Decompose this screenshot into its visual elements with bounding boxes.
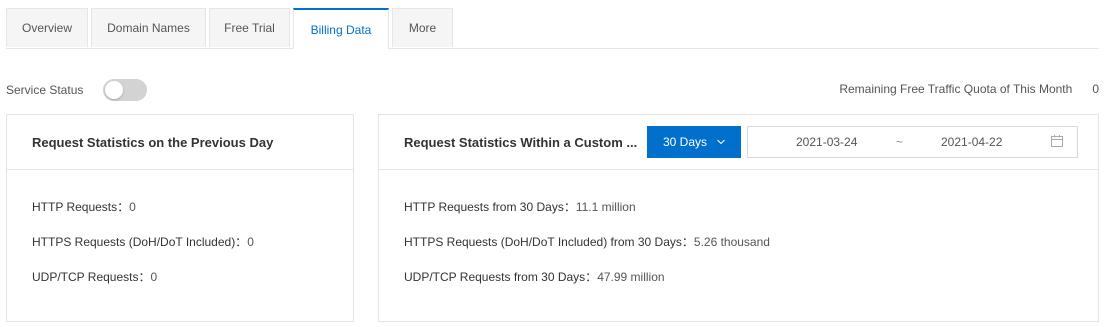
service-status-toggle[interactable] [103,79,148,101]
udp-tcp-requests-value: 0 [150,270,158,284]
custom-range-title: Request Statistics Within a Custom ... [404,134,638,150]
udp-tcp-30d-stat: UDP/TCP Requests from 30 Days：47.99 mill… [404,267,1098,302]
previous-day-stats: HTTP Requests：0 HTTPS Requests (DoH/DoT … [7,170,353,302]
http-requests-value: 0 [129,200,136,214]
previous-day-title: Request Statistics on the Previous Day [32,134,274,150]
tab-billing-data[interactable]: Billing Data [293,8,389,49]
end-date: 2021-04-22 [941,135,1003,149]
start-date: 2021-03-24 [796,135,858,149]
chevron-down-icon [717,139,725,145]
tab-free-trial[interactable]: Free Trial [209,8,290,47]
custom-range-header: Request Statistics Within a Custom ... 3… [379,115,1098,170]
udp-tcp-requests-stat: UDP/TCP Requests：0 [32,267,353,302]
udp-tcp-30d-label: UDP/TCP Requests from 30 Days： [404,270,598,284]
period-dropdown-label: 30 Days [662,135,708,149]
free-quota-info: Remaining Free Traffic Quota of This Mon… [839,82,1099,96]
https-requests-label: HTTPS Requests (DoH/DoT Included)： [32,235,248,249]
tab-domain-names[interactable]: Domain Names [91,8,206,47]
udp-tcp-30d-value: 47.99 million [597,270,665,284]
previous-day-card: Request Statistics on the Previous Day H… [6,114,354,322]
service-status-row: Service Status [6,78,148,102]
calendar-icon[interactable] [1051,135,1063,147]
http-30d-value: 11.1 million [575,200,636,214]
https-30d-stat: HTTPS Requests (DoH/DoT Included) from 3… [404,232,1098,267]
http-30d-stat: HTTP Requests from 30 Days：11.1 million [404,197,1098,232]
https-requests-value: 0 [247,235,254,249]
date-range-picker[interactable]: 2021-03-24 ~ 2021-04-22 [747,126,1078,158]
udp-tcp-requests-label: UDP/TCP Requests： [32,270,151,284]
date-separator: ~ [896,135,904,149]
period-dropdown-button[interactable]: 30 Days [647,126,741,158]
custom-range-stats: HTTP Requests from 30 Days：11.1 million … [379,170,1098,302]
http-requests-stat: HTTP Requests：0 [32,197,353,232]
https-30d-value: 5.26 thousand [693,235,770,249]
free-quota-label: Remaining Free Traffic Quota of This Mon… [839,82,1073,96]
toggle-knob [105,81,124,99]
custom-range-card: Request Statistics Within a Custom ... 3… [378,114,1099,322]
https-requests-stat: HTTPS Requests (DoH/DoT Included)：0 [32,232,353,267]
http-30d-label: HTTP Requests from 30 Days： [404,200,576,214]
billing-data-page: Overview Domain Names Free Trial Billing… [0,0,1105,327]
tab-more[interactable]: More [392,8,453,47]
tab-overview[interactable]: Overview [6,8,88,47]
previous-day-header: Request Statistics on the Previous Day [7,115,353,170]
service-status-label: Service Status [6,83,84,97]
tab-bar: Overview Domain Names Free Trial Billing… [6,8,1099,49]
http-requests-label: HTTP Requests： [32,200,130,214]
free-quota-value: 0 [1092,82,1099,96]
https-30d-label: HTTPS Requests (DoH/DoT Included) from 3… [404,235,694,249]
